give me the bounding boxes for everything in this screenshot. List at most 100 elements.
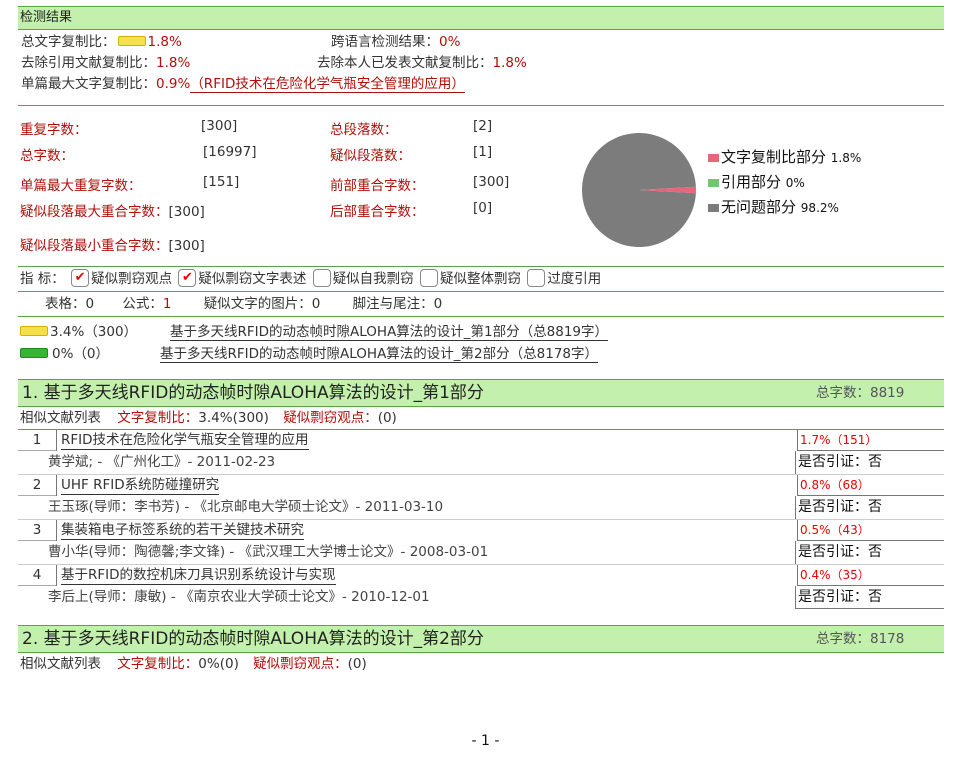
item-source: 黄学斌; - 《广州化工》- 2011-02-23 — [48, 454, 276, 470]
list-item: 3 集装箱电子标签系统的若干关键技术研究 0.5%（43） 曹小华(导师：陶德馨… — [18, 520, 944, 565]
total-copy-value: 1.8% — [147, 34, 182, 50]
item-source: 曹小华(导师：陶德馨;李文锋) - 《武汉理工大学博士论文》- 2008-03-… — [48, 544, 489, 560]
item-source: 王玉琢(导师：李书芳) - 《北京邮电大学硕士论文》- 2011-03-10 — [48, 499, 444, 515]
indicator-item: 疑似自我剽窃 — [311, 269, 414, 287]
checkbox-icon[interactable] — [312, 269, 331, 287]
copy-ratio-value: 3.4%(300) — [198, 410, 269, 426]
indicator-item: ✔ 疑似剽窃文字表述 — [176, 269, 307, 287]
dup-chars-value: [300] — [201, 118, 238, 134]
indicator-bar: 指 标： ✔ 疑似剽窃观点 ✔ 疑似剽窃文字表述 疑似自我剽窃 疑似整体剽窃 过度引… — [18, 266, 944, 292]
list-item: 4 基于RFID的数控机床刀具识别系统设计与实现 0.4%（35） 李后上(导师… — [18, 565, 944, 609]
single-max-ratio: 单篇最大文字复制比：0.9%（RFID技术在危险化学气瓶安全管理的应用） — [21, 74, 465, 95]
checkbox-icon[interactable] — [419, 269, 438, 287]
item-cite: 是否引证：否 — [795, 496, 944, 519]
legend-swatch-ref — [708, 178, 719, 187]
summary-block: 总文字复制比： 1.8% 跨语言检测结果：0% 去除引用文献复制比：1.8% 去除… — [18, 30, 944, 97]
item-pct: 0.5%（43） — [797, 520, 944, 541]
part-link[interactable]: 基于多天线RFID的动态帧时隙ALOHA算法的设计_第2部分（总8178字） — [160, 346, 599, 363]
total-chars-label: 总字数： — [20, 148, 74, 164]
similar-list-line: 相似文献列表 文字复制比：3.4%(300) 疑似剽窃观点：(0) — [18, 407, 944, 430]
item-number: 3 — [18, 520, 56, 541]
single-max-title-link[interactable]: （RFID技术在危险化学气瓶安全管理的应用） — [190, 76, 465, 93]
part-pct: 0%（0） — [52, 346, 110, 362]
section-2-header: 2. 基于多天线RFID的动态帧时隙ALOHA算法的设计_第2部分 总字数：81… — [18, 625, 944, 653]
item-cite: 是否引证：否 — [795, 586, 944, 609]
total-chars-value: [16997] — [203, 144, 257, 160]
indicator-text: 疑似剽窃文字表述 — [198, 271, 307, 287]
indicator-text: 疑似剽窃观点 — [91, 271, 173, 287]
checkbox-icon[interactable]: ✔ — [178, 269, 197, 287]
item-title-link[interactable]: 集装箱电子标签系统的若干关键技术研究 — [61, 522, 304, 540]
images-value: 0 — [311, 296, 321, 312]
excl-ref-value: 1.8% — [156, 55, 191, 71]
similar-list-label: 相似文献列表 — [20, 410, 101, 426]
tables-label: 表格： — [45, 296, 86, 312]
report-page: 检测结果 总文字复制比： 1.8% 跨语言检测结果：0% 去除引用文献复制比：1.… — [18, 6, 944, 675]
item-cite: 是否引证：否 — [795, 541, 944, 564]
copy-ratio-label: 文字复制比： — [117, 656, 199, 672]
item-title-link[interactable]: 基于RFID的数控机床刀具识别系统设计与实现 — [61, 567, 336, 585]
cross-language-result: 跨语言检测结果：0% — [331, 32, 460, 53]
item-cite: 是否引证：否 — [795, 451, 944, 474]
cross-lang-label: 跨语言检测结果： — [331, 34, 439, 50]
checkbox-icon[interactable] — [527, 269, 546, 287]
back-overlap: 后部重合字数： — [330, 200, 425, 220]
images-label: 疑似文字的图片： — [203, 296, 312, 312]
section-header-results: 检测结果 — [18, 6, 944, 30]
excl-ref-label: 去除引用文献复制比： — [21, 55, 156, 71]
suspect-paras: 疑似段落数： — [330, 144, 411, 164]
yellow-bar-icon — [20, 326, 48, 336]
part-pct: 3.4%（300） — [50, 324, 138, 340]
copy-ratio-label: 文字复制比： — [117, 410, 199, 426]
legend-label-copy: 文字复制比部分 — [721, 148, 827, 166]
item-pct: 1.7%（151） — [797, 430, 944, 451]
cross-lang-value: 0% — [439, 34, 461, 50]
excl-self-ratio: 去除本人已发表文献复制比：1.8% — [317, 53, 527, 74]
para-min-value: [300] — [168, 238, 205, 254]
notes-label: 脚注与尾注： — [352, 296, 434, 312]
legend-value-ref: 0% — [785, 176, 805, 190]
indicator-text: 疑似自我剽窃 — [332, 271, 414, 287]
total-chars: 总字数： — [20, 144, 74, 164]
part-link[interactable]: 基于多天线RFID的动态帧时隙ALOHA算法的设计_第1部分（总8819字） — [170, 324, 609, 341]
para-max-overlap: 疑似段落最大重合字数：[300] — [20, 200, 205, 220]
dup-chars-label: 重复字数： — [20, 122, 88, 138]
content-stats-line: 表格：0 公式：1 疑似文字的图片：0 脚注与尾注：0 — [18, 292, 944, 317]
indicator-text: 疑似整体剽窃 — [439, 271, 521, 287]
total-paras: 总段落数： — [330, 118, 398, 138]
front-overlap: 前部重合字数： — [330, 174, 425, 194]
section-2: 2. 基于多天线RFID的动态帧时隙ALOHA算法的设计_第2部分 总字数：81… — [18, 625, 944, 675]
single-max-dup-value: [151] — [203, 174, 240, 190]
para-min-overlap: 疑似段落最小重合字数：[300] — [20, 234, 205, 254]
legend-item-copy: 文字复制比部分 1.8% — [708, 146, 861, 167]
plag-label: 疑似剽窃观点： — [283, 410, 378, 426]
item-title-link[interactable]: UHF RFID系统防碰撞研究 — [61, 477, 220, 495]
total-paras-label: 总段落数： — [330, 122, 398, 138]
para-max-value: [300] — [168, 204, 205, 220]
plag-value: (0) — [377, 410, 397, 426]
plag-label: 疑似剽窃观点： — [253, 656, 348, 672]
plag-value: (0) — [347, 656, 367, 672]
indicator-item: 疑似整体剽窃 — [418, 269, 521, 287]
section-1: 1. 基于多天线RFID的动态帧时隙ALOHA算法的设计_第1部分 总字数：88… — [18, 379, 944, 609]
formula-label: 公式： — [122, 296, 163, 312]
item-title-link[interactable]: RFID技术在危险化学气瓶安全管理的应用 — [61, 432, 309, 450]
section-total-chars: 总字数：8178 — [816, 631, 905, 647]
single-max-dup-label: 单篇最大重复字数： — [20, 178, 142, 194]
indicator-label: 指 标： — [20, 271, 65, 287]
formula-value: 1 — [162, 296, 172, 312]
excl-self-value: 1.8% — [492, 55, 527, 71]
checkbox-icon[interactable]: ✔ — [71, 269, 90, 287]
suspect-paras-value: [1] — [473, 144, 493, 160]
item-number: 1 — [18, 430, 56, 451]
back-overlap-value: [0] — [473, 200, 493, 216]
total-paras-value: [2] — [473, 118, 493, 134]
suspect-paras-label: 疑似段落数： — [330, 148, 411, 164]
legend-label-ref: 引用部分 — [721, 173, 782, 191]
para-max-label: 疑似段落最大重合字数： — [20, 204, 169, 220]
item-number: 2 — [18, 475, 56, 496]
legend-swatch-copy — [708, 153, 719, 162]
similar-list-line: 相似文献列表 文字复制比：0%(0) 疑似剽窃观点：(0) — [18, 653, 944, 675]
yellow-bar-icon — [117, 36, 146, 46]
list-item: 2 UHF RFID系统防碰撞研究 0.8%（68） 王玉琢(导师：李书芳) -… — [18, 475, 944, 520]
